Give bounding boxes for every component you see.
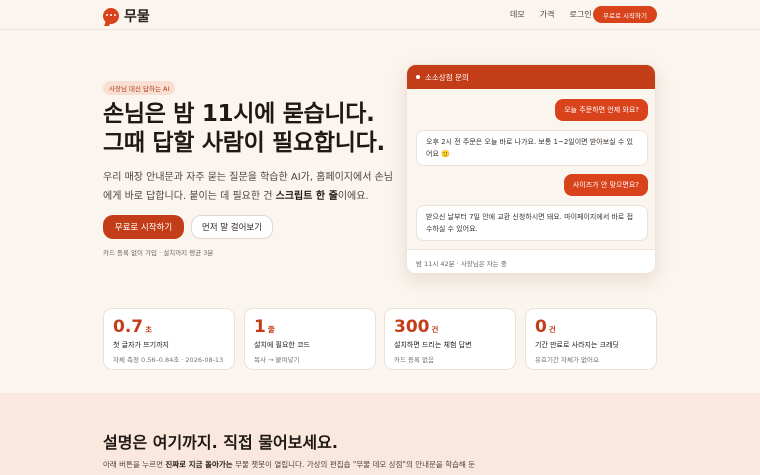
stat-unit: 줄 <box>267 325 275 334</box>
stat-number: 0 <box>535 317 547 337</box>
chat-header: 소소상점 문의 <box>407 65 655 89</box>
chat-message-user: 오늘 주문하면 언제 와요? <box>555 99 648 121</box>
start-free-button[interactable]: 무료로 시작하기 <box>103 215 184 239</box>
section-desc-text: 아래 버튼을 누르면 <box>103 460 166 469</box>
stat-value: 1줄 <box>254 317 366 337</box>
stat-subtext: 유효기간 자체가 없어요 <box>535 356 599 364</box>
hero-headline-line-2: 그때 답할 사람이 필요합니다. <box>103 130 385 156</box>
hero-description: 우리 매장 안내문과 자주 묻는 질문을 학습한 AI가, 홈페이지에서 손님에… <box>103 168 393 206</box>
nav-link-login[interactable]: 로그인 <box>569 9 591 20</box>
section-desc-highlight: 진짜로 지금 돌아가는 <box>165 460 233 469</box>
stat-value: 0.7 초 <box>113 317 225 337</box>
chat-preview-card: 소소상점 문의 오늘 주문하면 언제 와요? 오후 2시 전 주문은 오늘 바로… <box>406 64 656 274</box>
chat-bubble-icon <box>103 8 119 24</box>
chat-message-bot: 오후 2시 전 주문은 오늘 바로 나가요. 보통 1~2일이면 받아보실 수 … <box>416 130 648 166</box>
nav-start-free-button[interactable]: 무료로 시작하기 <box>593 6 657 23</box>
stat-value: 0건 <box>535 317 647 337</box>
stat-unit: 초 <box>145 325 153 334</box>
top-nav: 무물 데모 가격 로그인 무료로 시작하기 <box>0 0 760 30</box>
stat-label: 기간 만료로 사라지는 크레딧 <box>535 341 619 349</box>
chat-title: 소소상점 문의 <box>425 72 469 82</box>
hero-desc-text-end: 이에요. <box>337 191 369 202</box>
stat-value: 300 건 <box>394 317 506 337</box>
hero-headline: 손님은 밤 11시에 묻습니다. 그때 답할 사람이 필요합니다. <box>103 100 385 158</box>
signup-note: 카드 등록 없이 가입 · 설치까지 평균 3분 <box>103 249 214 257</box>
stat-label: 설치에 필요한 코드 <box>254 341 310 349</box>
stat-unit: 건 <box>431 325 439 334</box>
nav-link-demo[interactable]: 데모 <box>510 9 525 20</box>
chat-message-user: 사이즈가 안 맞으면요? <box>563 174 648 196</box>
hero-desc-highlight: 스크립트 한 줄 <box>275 191 338 202</box>
stat-unit: 건 <box>548 325 556 334</box>
stat-subtext: 카드 등록 없음 <box>394 356 435 364</box>
section-desc-text-end: 무물 챗봇이 열립니다. 가상의 편집숍 "무물 데모 상점"의 안내문을 학습… <box>232 460 476 469</box>
brand-name: 무물 <box>124 9 150 25</box>
chat-message-bot: 받으신 날부터 7일 안에 교환 신청하시면 돼요. 마이페이지에서 바로 접수… <box>416 205 648 241</box>
stat-card: 0.7 초 첫 글자가 뜨기까지 자체 측정 0.56–0.84초 · 2026-… <box>103 308 235 370</box>
stat-number: 0.7 <box>113 317 144 337</box>
section-title: 설명은 여기까지. 직접 물어보세요. <box>103 433 338 452</box>
stat-number: 1 <box>254 317 266 337</box>
stat-card: 300 건 설치하면 드리는 체험 답변 카드 등록 없음 <box>384 308 516 370</box>
stat-subtext: 복사 → 붙여넣기 <box>254 356 300 364</box>
hero-headline-line-1: 손님은 밤 11시에 묻습니다. <box>103 101 375 127</box>
try-chat-button[interactable]: 먼저 말 걸어보기 <box>191 215 273 239</box>
chat-footer: 밤 11시 42분 · 사장님은 자는 중 <box>407 249 655 273</box>
stat-label: 첫 글자가 뜨기까지 <box>113 341 169 349</box>
chat-messages: 오늘 주문하면 언제 와요? 오후 2시 전 주문은 오늘 바로 나가요. 보통… <box>407 89 655 249</box>
nav-link-pricing[interactable]: 가격 <box>540 9 555 20</box>
stat-label: 설치하면 드리는 체험 답변 <box>394 341 472 349</box>
online-dot-icon <box>416 75 420 79</box>
stat-subtext: 자체 측정 0.56–0.84초 · 2026-08-13 <box>113 356 224 364</box>
try-it-section: 설명은 여기까지. 직접 물어보세요. 아래 버튼을 누르면 진짜로 지금 돌아… <box>0 393 760 475</box>
hero-badge: 사장님 대신 답하는 AI <box>103 81 176 95</box>
stat-card: 1줄 설치에 필요한 코드 복사 → 붙여넣기 <box>244 308 376 370</box>
stat-number: 300 <box>394 317 430 337</box>
brand-logo[interactable]: 무물 <box>103 6 150 26</box>
section-description: 아래 버튼을 누르면 진짜로 지금 돌아가는 무물 챗봇이 열립니다. 가상의 … <box>103 459 475 470</box>
stat-card: 0건 기간 만료로 사라지는 크레딧 유효기간 자체가 없어요 <box>525 308 657 370</box>
